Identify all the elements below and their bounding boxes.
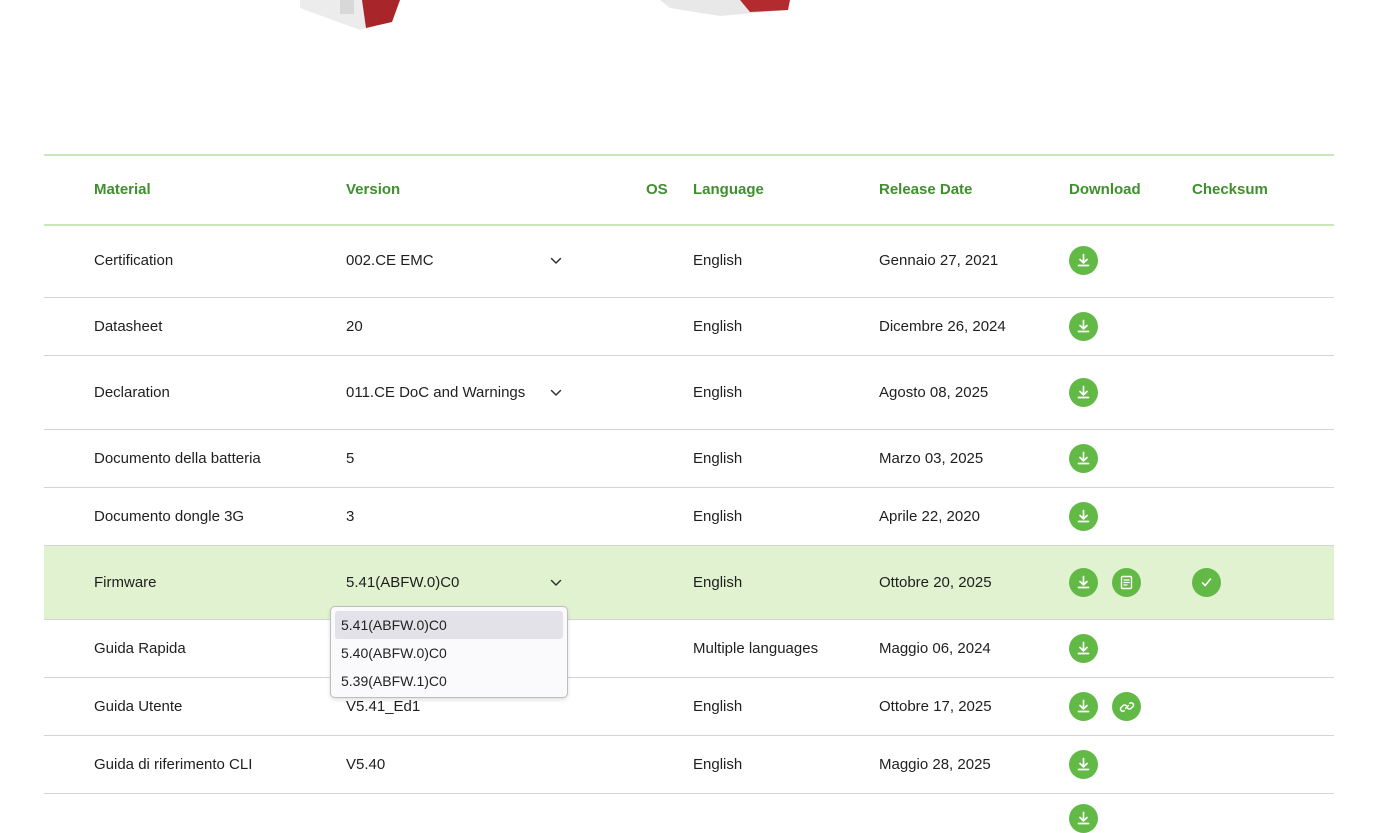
chevron-down-icon[interactable] xyxy=(550,224,564,297)
language-cell: English xyxy=(693,698,743,715)
table-row: Certification 002.CE EMC English Gennaio 27… xyxy=(44,224,1334,298)
material-cell: Documento dongle 3G xyxy=(94,508,245,525)
material-cell: Guida Utente xyxy=(94,698,183,715)
release-date-cell: Gennaio 27, 2021 xyxy=(879,252,999,269)
material-cell: Datasheet xyxy=(94,318,163,335)
download-icon[interactable] xyxy=(1069,804,1098,833)
material-cell: Guida di riferimento CLI xyxy=(94,756,253,773)
release-date-cell: Aprile 22, 2020 xyxy=(879,508,980,525)
table-header: Material Version OS Language Release Dat… xyxy=(44,154,1334,226)
product-image-fragment xyxy=(660,0,790,16)
release-date-cell: Maggio 28, 2025 xyxy=(879,756,991,773)
language-cell: Multiple languages xyxy=(693,640,819,657)
release-date-cell: Dicembre 26, 2024 xyxy=(879,318,1006,335)
download-icon[interactable] xyxy=(1069,246,1098,275)
dropdown-option[interactable]: 5.39(ABFW.1)C0 xyxy=(335,667,563,695)
header-release-date: Release Date xyxy=(879,181,973,198)
firmware-version-dropdown[interactable]: 5.41(ABFW.0)C0 5.40(ABFW.0)C0 5.39(ABFW.… xyxy=(330,606,568,698)
header-download: Download xyxy=(1069,181,1141,198)
download-icon[interactable] xyxy=(1069,378,1098,407)
language-cell: English xyxy=(693,384,743,401)
version-cell[interactable]: 002.CE EMC xyxy=(346,224,434,297)
language-cell: English xyxy=(693,508,743,525)
header-checksum: Checksum xyxy=(1192,181,1268,198)
table-row xyxy=(44,794,1334,833)
material-cell: Certification xyxy=(94,252,174,269)
release-notes-icon[interactable] xyxy=(1112,568,1141,597)
header-os: OS xyxy=(646,181,668,198)
language-cell: English xyxy=(693,450,743,467)
version-cell: 3 xyxy=(346,508,355,525)
language-cell: English xyxy=(693,252,743,269)
release-date-cell: Agosto 08, 2025 xyxy=(879,384,989,401)
dropdown-option[interactable]: 5.41(ABFW.0)C0 xyxy=(335,611,563,639)
table-row: Guida di riferimento CLI V5.40 English Magg… xyxy=(44,736,1334,794)
product-image-fragment xyxy=(300,0,400,30)
material-cell: Guida Rapida xyxy=(94,640,186,657)
version-cell: 20 xyxy=(346,318,363,335)
chevron-down-icon[interactable] xyxy=(550,356,564,429)
link-icon[interactable] xyxy=(1112,692,1141,721)
release-date-cell: Ottobre 20, 2025 xyxy=(879,574,992,591)
download-icon[interactable] xyxy=(1069,692,1098,721)
table-row: Declaration 011.CE DoC and Warnings Englis… xyxy=(44,356,1334,430)
header-language: Language xyxy=(693,181,764,198)
material-cell: Firmware xyxy=(94,574,157,591)
download-icon[interactable] xyxy=(1069,312,1098,341)
version-cell[interactable]: 011.CE DoC and Warnings xyxy=(346,356,525,429)
version-cell: V5.40 xyxy=(346,756,386,773)
downloads-table: Material Version OS Language Release Dat… xyxy=(44,154,1334,226)
table-row: Datasheet 20 English Dicembre 26, 2024 xyxy=(44,298,1334,356)
table-row: Firmware 5.41(ABFW.0)C0 English Ottobre 20,… xyxy=(44,546,1334,620)
table-row: Documento dongle 3G 3 English Aprile 22, 20… xyxy=(44,488,1334,546)
header-material: Material xyxy=(94,181,151,198)
language-cell: English xyxy=(693,574,743,591)
language-cell: English xyxy=(693,318,743,335)
download-icon[interactable] xyxy=(1069,568,1098,597)
table-row: Documento della batteria 5 English Marzo 03… xyxy=(44,430,1334,488)
dropdown-option[interactable]: 5.40(ABFW.0)C0 xyxy=(335,639,563,667)
download-icon[interactable] xyxy=(1069,750,1098,779)
release-date-cell: Ottobre 17, 2025 xyxy=(879,698,992,715)
release-date-cell: Marzo 03, 2025 xyxy=(879,450,984,467)
material-cell: Documento della batteria xyxy=(94,450,261,467)
material-cell: Declaration xyxy=(94,384,170,401)
version-cell: 5 xyxy=(346,450,355,467)
language-cell: English xyxy=(693,756,743,773)
download-icon[interactable] xyxy=(1069,634,1098,663)
table-row: Guida Rapida Multiple languages Maggio 06,… xyxy=(44,620,1334,678)
download-icon[interactable] xyxy=(1069,502,1098,531)
release-date-cell: Maggio 06, 2024 xyxy=(879,640,991,657)
header-version: Version xyxy=(346,181,401,198)
table-row: Guida Utente V5.41_Ed1 English Ottobre 17, … xyxy=(44,678,1334,736)
download-icon[interactable] xyxy=(1069,444,1098,473)
checkmark-icon[interactable] xyxy=(1192,568,1221,597)
